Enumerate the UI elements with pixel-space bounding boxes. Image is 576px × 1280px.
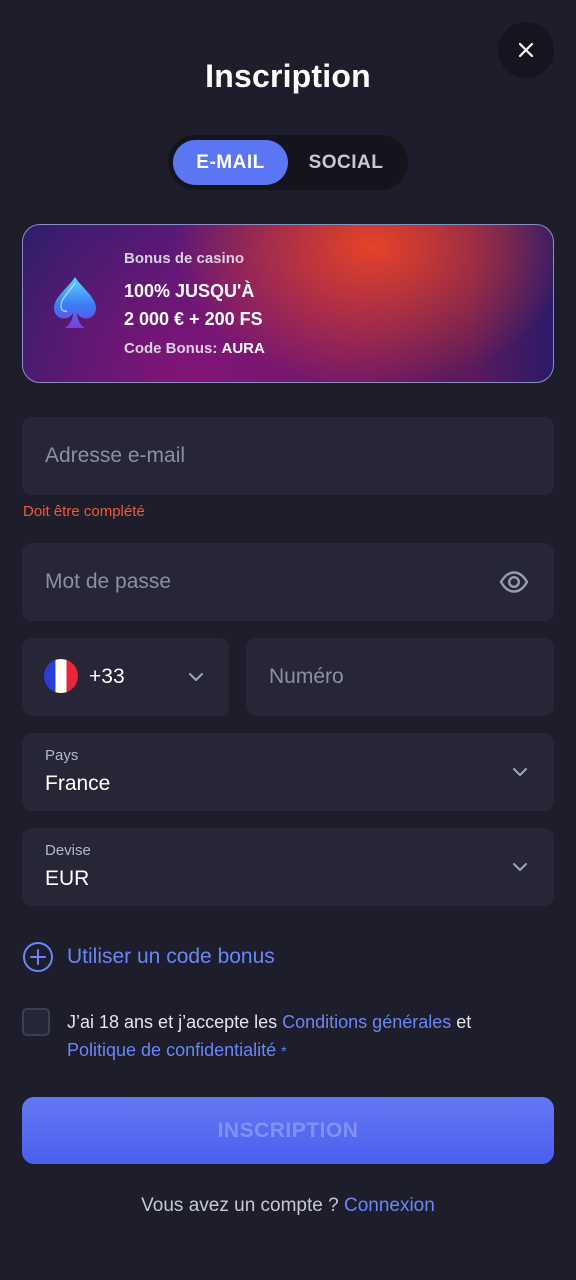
country-code-select[interactable]: +33 [22,638,229,716]
country-value: France [45,772,111,795]
france-flag-icon [44,659,78,693]
tab-social[interactable]: SOCIAL [290,140,402,185]
chevron-down-icon [189,673,203,681]
bonus-code-text: Code Bonus: AURA [124,340,265,357]
bonus-code-prefix: Code Bonus: [124,340,218,357]
login-prompt-text: Vous avez un compte ? [141,1195,339,1216]
bonus-headline: 100% JUSQU'À [124,281,255,301]
bonus-code-value: AURA [221,340,265,357]
email-placeholder: Adresse e-mail [45,444,186,467]
auth-method-tabs: E-MAIL SOCIAL [168,135,408,190]
country-label: Pays [45,747,79,764]
chevron-down-icon [513,768,527,776]
phone-number-field[interactable]: Numéro [246,638,554,716]
use-bonus-code-label: Utiliser un code bonus [67,945,275,968]
tab-email[interactable]: E-MAIL [173,140,288,185]
terms-text-middle: et [451,1012,472,1032]
plus-circle-icon [23,942,53,972]
required-mark: * [281,1043,287,1059]
email-error: Doit être complété [23,503,145,520]
login-prompt: Vous avez un compte ? Connexion [0,1195,576,1217]
password-placeholder: Mot de passe [45,570,172,593]
terms-checkbox[interactable] [22,1008,50,1036]
terms-text-before: J’ai 18 ans et j’accepte les [67,1012,283,1032]
chevron-down-icon [513,863,527,871]
spade-icon [54,277,96,328]
password-field[interactable]: Mot de passe [22,543,554,621]
country-select[interactable]: Pays France [22,733,554,811]
privacy-policy-link[interactable]: Politique de confidentialité [67,1040,276,1060]
terms-text: J’ai 18 ans et j’accepte les Conditions … [67,1008,537,1065]
page-title: Inscription [205,58,371,94]
login-link[interactable]: Connexion [344,1195,435,1216]
currency-select[interactable]: Devise EUR [22,828,554,906]
use-bonus-code-link[interactable]: Utiliser un code bonus [22,940,275,974]
close-icon [518,42,534,58]
country-code-value: +33 [89,665,125,688]
bonus-banner: Bonus de casino 100% JUSQU'À 2 000 € + 2… [22,224,554,383]
eye-icon[interactable] [499,570,529,594]
email-field[interactable]: Adresse e-mail [22,417,554,495]
currency-label: Devise [45,842,91,859]
bonus-label: Bonus de casino [124,250,245,267]
register-button[interactable]: INSCRIPTION [22,1097,554,1164]
terms-conditions-link[interactable]: Conditions générales [282,1012,451,1032]
currency-value: EUR [45,867,90,890]
bonus-amount: 2 000 € + 200 FS [124,309,263,329]
phone-placeholder: Numéro [269,665,344,688]
